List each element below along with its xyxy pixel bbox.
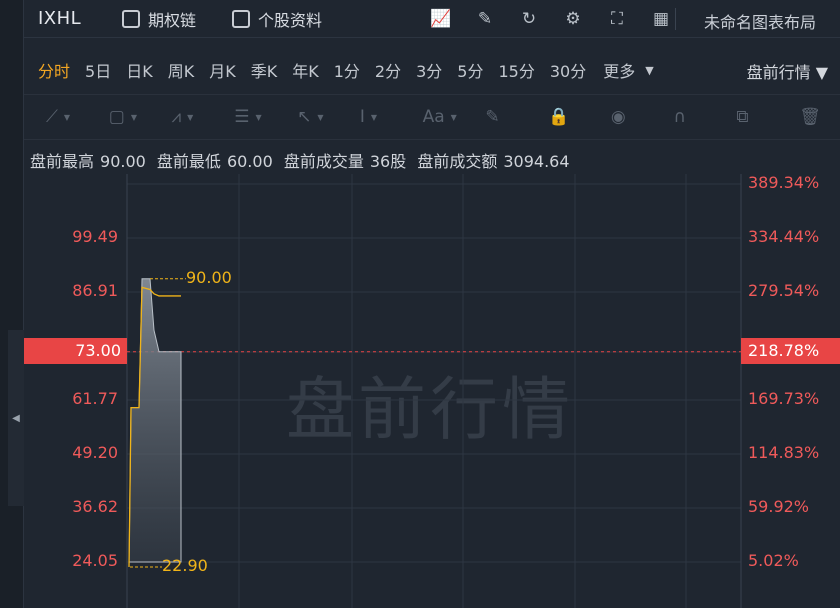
high-marker-label: 90.00 — [186, 268, 232, 287]
y-right-tick-label: 389.34% — [748, 173, 820, 192]
y-right-tick-label: 279.54% — [748, 281, 820, 300]
y-left-tick-label: 61.77 — [72, 389, 118, 408]
y-left-tick-label: 49.20 — [72, 443, 118, 462]
price-area — [128, 278, 182, 567]
y-right-tick-label: 169.73% — [748, 389, 820, 408]
price-chart[interactable] — [0, 0, 840, 608]
y-right-tick-label: 334.44% — [748, 227, 820, 246]
y-left-tick-label: 99.49 — [72, 227, 118, 246]
y-right-tick-label: 114.83% — [748, 443, 820, 462]
prev-close-pct-flag: 218.78% — [741, 338, 840, 364]
y-right-tick-label: 59.92% — [748, 497, 810, 516]
y-left-tick-label: 36.62 — [72, 497, 118, 516]
low-marker-label: 22.90 — [162, 556, 208, 575]
y-left-tick-label: 86.91 — [72, 281, 118, 300]
y-left-tick-label: 24.05 — [72, 551, 118, 570]
prev-close-price-flag: 73.00 — [24, 338, 127, 364]
y-right-tick-label: 5.02% — [748, 551, 799, 570]
